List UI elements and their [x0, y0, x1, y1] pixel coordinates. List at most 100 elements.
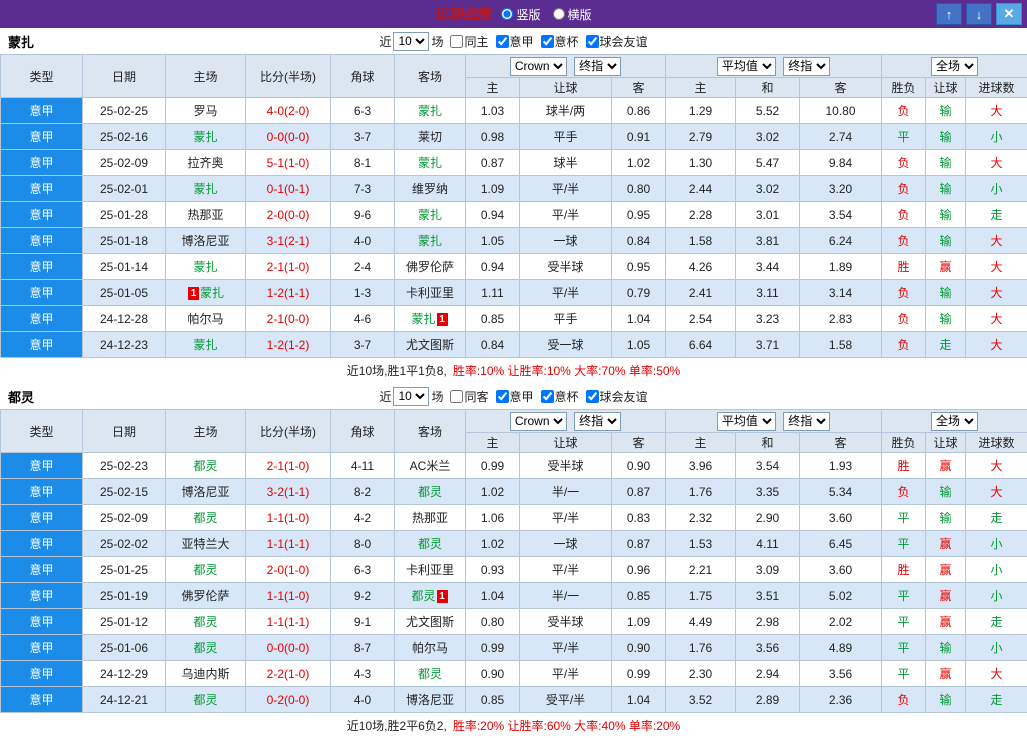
asia-handicap-cell: 一球: [520, 531, 612, 557]
home-team-cell: 佛罗伦萨: [166, 583, 246, 609]
euro-draw-odds-cell: 5.47: [736, 150, 800, 176]
friendly-checkbox[interactable]: [586, 35, 599, 48]
filter-coppa-italia: 意杯: [536, 33, 579, 50]
asia-handicap-cell: 受一球: [520, 332, 612, 358]
same-home-checkbox[interactable]: [450, 35, 463, 48]
final-index-select[interactable]: 终指: [783, 57, 830, 76]
summary-line: 近10场,胜2平6负2, 胜率:20% 让胜率:60% 大率:40% 单率:20…: [0, 713, 1027, 738]
handicap-result-cell: 输: [926, 124, 966, 150]
asia-away-odds-cell: 0.87: [612, 531, 666, 557]
final-index-select[interactable]: 终指: [574, 57, 621, 76]
match-count-select[interactable]: 10: [393, 32, 429, 51]
corner-cell: 3-7: [331, 332, 395, 358]
final-index-select[interactable]: 终指: [783, 412, 830, 431]
asia-home-odds-cell: 0.85: [466, 687, 520, 713]
final-index-select[interactable]: 终指: [574, 412, 621, 431]
asia-away-odds-cell: 0.80: [612, 176, 666, 202]
scope-select[interactable]: 全场: [931, 57, 978, 76]
home-team-cell: 亚特兰大: [166, 531, 246, 557]
corner-cell: 9-1: [331, 609, 395, 635]
match-count-select[interactable]: 10: [393, 387, 429, 406]
league-cell: 意甲: [1, 202, 83, 228]
bookmaker-select[interactable]: Crown: [510, 412, 567, 431]
scope-select[interactable]: 全场: [931, 412, 978, 431]
euro-home-odds-cell: 1.75: [666, 583, 736, 609]
col-euro-draw: 和: [736, 433, 800, 453]
away-team-cell: 都灵: [395, 661, 466, 687]
score-cell: 2-0(0-0): [246, 202, 331, 228]
handicap-result-cell: 赢: [926, 531, 966, 557]
score-cell: 2-1(1-0): [246, 453, 331, 479]
euro-away-odds-cell: 1.93: [800, 453, 882, 479]
goals-result-cell: 走: [966, 505, 1027, 531]
team-label: 蒙扎: [411, 312, 435, 326]
asia-handicap-cell: 球半/两: [520, 98, 612, 124]
same-away-checkbox[interactable]: [450, 390, 463, 403]
serie-a-checkbox[interactable]: [496, 390, 509, 403]
away-team-cell: 莱切: [395, 124, 466, 150]
col-away: 客场: [395, 55, 466, 98]
date-cell: 24-12-23: [83, 332, 166, 358]
score-cell: 1-1(1-0): [246, 583, 331, 609]
handicap-result-cell: 输: [926, 479, 966, 505]
match-row: 意甲25-02-09都灵1-1(1-0)4-2热那亚1.06平/半0.832.3…: [1, 505, 1027, 531]
date-cell: 25-01-06: [83, 635, 166, 661]
move-up-button[interactable]: ↑: [936, 3, 962, 25]
euro-home-odds-cell: 1.29: [666, 98, 736, 124]
serie-a-checkbox[interactable]: [496, 35, 509, 48]
away-team-cell: 蒙扎: [395, 150, 466, 176]
corner-cell: 4-11: [331, 453, 395, 479]
league-cell: 意甲: [1, 124, 83, 150]
layout-horizontal-option[interactable]: 横版: [553, 6, 592, 23]
coppa-italia-checkbox[interactable]: [541, 35, 554, 48]
average-select[interactable]: 平均值: [717, 412, 776, 431]
team-label: 都灵: [193, 459, 217, 473]
team-name: 蒙扎: [8, 32, 34, 51]
asia-home-odds-cell: 1.02: [466, 479, 520, 505]
horizontal-radio[interactable]: [553, 8, 565, 20]
asia-away-odds-cell: 0.85: [612, 583, 666, 609]
filter-friendly: 球会友谊: [581, 388, 648, 405]
score-cell: 1-2(1-1): [246, 280, 331, 306]
coppa-italia-checkbox[interactable]: [541, 390, 554, 403]
vertical-radio[interactable]: [501, 8, 513, 20]
average-select[interactable]: 平均值: [717, 57, 776, 76]
close-button[interactable]: ✕: [996, 3, 1022, 25]
bookmaker-select[interactable]: Crown: [510, 57, 567, 76]
league-cell: 意甲: [1, 176, 83, 202]
euro-home-odds-cell: 1.58: [666, 228, 736, 254]
date-cell: 24-12-29: [83, 661, 166, 687]
asia-handicap-cell: 平手: [520, 124, 612, 150]
vertical-label: 竖版: [516, 6, 540, 23]
euro-draw-odds-cell: 3.35: [736, 479, 800, 505]
corner-cell: 4-0: [331, 228, 395, 254]
league-cell: 意甲: [1, 609, 83, 635]
handicap-result-cell: 赢: [926, 609, 966, 635]
games-label: 场: [431, 388, 443, 405]
checkbox-label: 意甲: [510, 33, 534, 50]
asia-away-odds-cell: 1.09: [612, 609, 666, 635]
league-cell: 意甲: [1, 505, 83, 531]
euro-home-odds-cell: 1.76: [666, 635, 736, 661]
score-cell: 2-1(0-0): [246, 306, 331, 332]
team-label: 蒙扎: [418, 104, 442, 118]
euro-away-odds-cell: 4.89: [800, 635, 882, 661]
away-team-cell: 卡利亚里: [395, 557, 466, 583]
move-down-button[interactable]: ↓: [966, 3, 992, 25]
col-goals: 进球数: [966, 433, 1027, 453]
away-team-cell: 热那亚: [395, 505, 466, 531]
goals-result-cell: 走: [966, 687, 1027, 713]
friendly-checkbox[interactable]: [586, 390, 599, 403]
layout-vertical-option[interactable]: 竖版: [501, 6, 540, 23]
col-euro-draw: 和: [736, 78, 800, 98]
asia-home-odds-cell: 0.90: [466, 661, 520, 687]
match-row: 意甲25-02-15博洛尼亚3-2(1-1)8-2都灵1.02半/一0.871.…: [1, 479, 1027, 505]
euro-home-odds-cell: 2.28: [666, 202, 736, 228]
team-label: 卡利亚里: [406, 563, 454, 577]
euro-away-odds-cell: 2.74: [800, 124, 882, 150]
home-team-cell: 蒙扎: [166, 254, 246, 280]
home-team-cell: 蒙扎: [166, 332, 246, 358]
goals-result-cell: 大: [966, 661, 1027, 687]
filter-friendly: 球会友谊: [581, 33, 648, 50]
score-cell: 0-1(0-1): [246, 176, 331, 202]
